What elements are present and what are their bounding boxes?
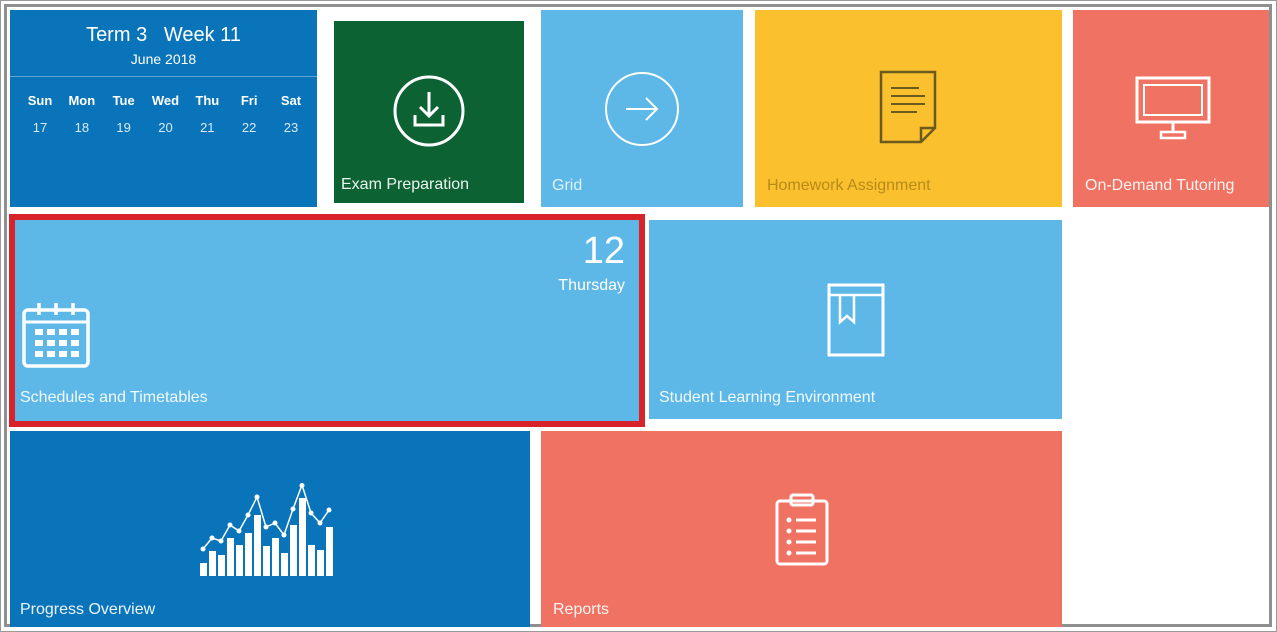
weekday-label: Wed <box>151 93 180 108</box>
calendar-divider <box>10 76 317 77</box>
calendar-tile[interactable]: Term 3 Week 11 June 2018 Sun Mon Tue Wed… <box>10 10 317 207</box>
schedules-timetables-label: Schedules and Timetables <box>20 389 208 406</box>
frame-border-left <box>4 4 7 627</box>
document-icon <box>879 70 937 144</box>
weekday-label: Tue <box>112 93 135 108</box>
day-name: Thursday <box>558 277 625 294</box>
on-demand-tutoring-label: On-Demand Tutoring <box>1085 177 1235 194</box>
progress-overview-tile[interactable]: Progress Overview <box>10 431 530 627</box>
frame-border-top <box>4 4 1272 7</box>
weekday-label: Mon <box>68 93 96 108</box>
date-cell[interactable]: 22 <box>229 120 269 135</box>
schedules-timetables-tile[interactable]: 12 Thursday Schedules and Timetables <box>15 220 639 421</box>
date-cell[interactable]: 23 <box>271 120 311 135</box>
bar-chart-icon <box>200 483 333 576</box>
weekday-label: Sat <box>280 93 302 108</box>
monitor-icon <box>1135 76 1211 140</box>
on-demand-tutoring-tile[interactable]: On-Demand Tutoring <box>1073 10 1269 207</box>
progress-overview-label: Progress Overview <box>20 601 156 618</box>
date-row: 17 18 19 20 21 22 23 <box>20 120 311 135</box>
date-cell[interactable]: 17 <box>20 120 60 135</box>
weekday-label: Sun <box>27 93 53 108</box>
homework-assignment-tile[interactable]: Homework Assignment <box>755 10 1062 207</box>
book-icon <box>827 283 885 357</box>
day-number: 12 <box>582 230 625 272</box>
student-learning-environment-tile[interactable]: Student Learning Environment <box>649 220 1062 419</box>
weekday-label: Fri <box>240 93 258 108</box>
term-week-label: Term 3 Week 11 <box>86 24 241 46</box>
clipboard-icon <box>775 493 829 566</box>
weekday-header-row: Sun Mon Tue Wed Thu Fri Sat <box>20 93 311 108</box>
date-cell[interactable]: 19 <box>104 120 144 135</box>
month-label: June 2018 <box>130 51 197 67</box>
exam-preparation-tile[interactable]: Exam Preparation <box>334 21 524 203</box>
reports-label: Reports <box>553 601 610 618</box>
date-cell[interactable]: 20 <box>145 120 185 135</box>
download-circle-icon <box>393 75 465 147</box>
exam-preparation-label: Exam Preparation <box>341 176 470 193</box>
grid-tile[interactable]: Grid <box>541 10 743 207</box>
arrow-right-circle-icon <box>605 72 679 146</box>
grid-label: Grid <box>552 177 583 194</box>
homework-assignment-label: Homework Assignment <box>767 177 931 194</box>
frame-border-right <box>1269 4 1272 627</box>
date-cell[interactable]: 21 <box>187 120 227 135</box>
calendar-icon <box>22 303 90 368</box>
date-cell[interactable]: 18 <box>62 120 102 135</box>
reports-tile[interactable]: Reports <box>541 431 1062 627</box>
weekday-label: Thu <box>195 93 220 108</box>
student-learning-environment-label: Student Learning Environment <box>659 389 876 406</box>
